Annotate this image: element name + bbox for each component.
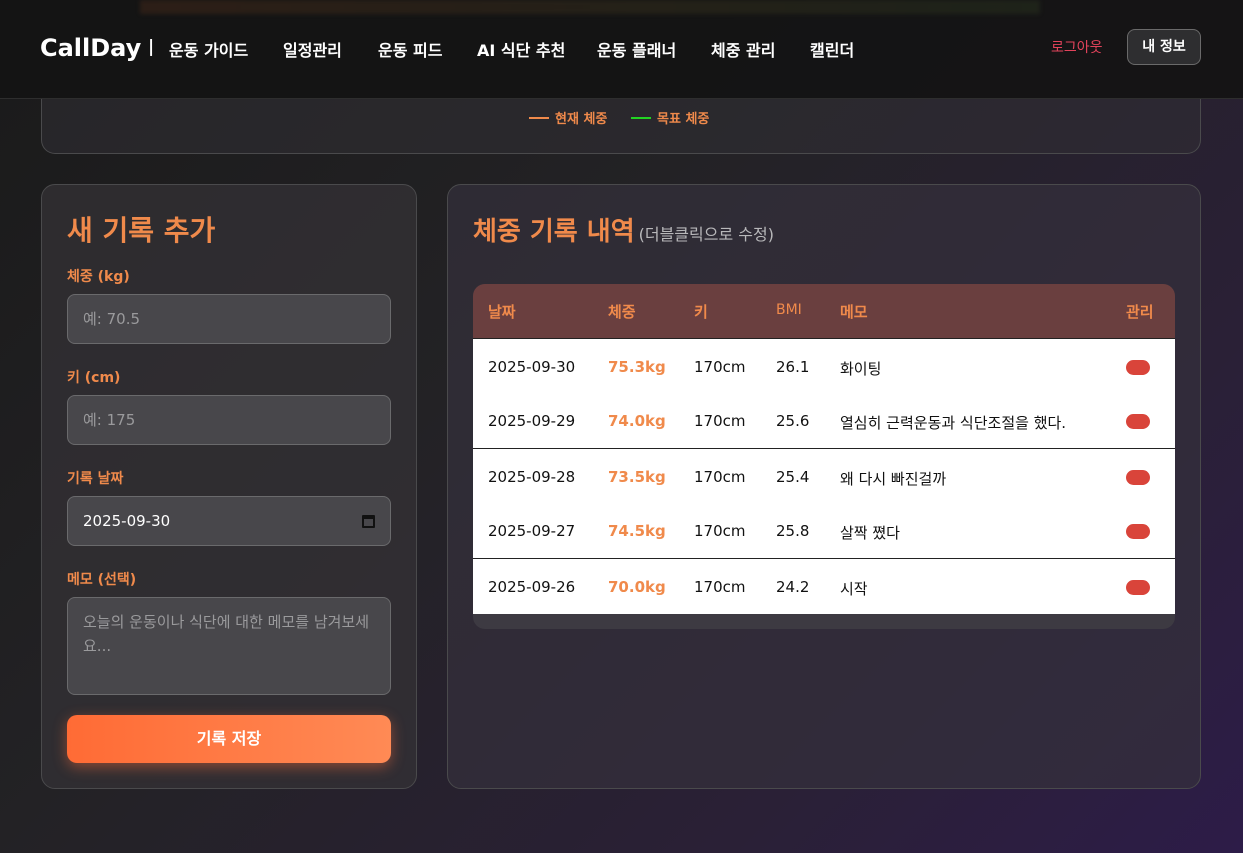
- table-row[interactable]: 2025-09-26 70.0kg 170cm 24.2 시작: [473, 558, 1175, 613]
- table-header: 날짜 체중 키 BMI 메모 관리: [473, 284, 1175, 338]
- column-header-date: 날짜: [488, 303, 516, 321]
- cell-date: 2025-09-29: [488, 412, 576, 430]
- cell-height: 170cm: [694, 412, 746, 430]
- cell-bmi: 26.1: [776, 358, 810, 376]
- my-info-button[interactable]: 내 정보: [1127, 29, 1201, 65]
- legend-target-label: 목표 체중: [657, 112, 710, 127]
- history-table: 날짜 체중 키 BMI 메모 관리 2025-09-30 75.3kg 170c…: [473, 284, 1175, 629]
- history-title-wrap: 체중 기록 내역 (더블클릭으로 수정): [473, 211, 774, 248]
- column-header-bmi: BMI: [776, 302, 802, 318]
- history-title: 체중 기록 내역: [473, 217, 635, 247]
- nav-exercise-planner[interactable]: 운동 플래너: [597, 37, 676, 61]
- memo-textarea[interactable]: [67, 597, 391, 695]
- cell-weight: 74.0kg: [608, 412, 666, 430]
- cell-weight: 74.5kg: [608, 522, 666, 540]
- nav-ai-diet[interactable]: AI 식단 추천: [477, 37, 565, 61]
- nav-schedule[interactable]: 일정관리: [283, 37, 342, 61]
- calendar-icon[interactable]: [362, 514, 375, 528]
- delete-button[interactable]: [1126, 414, 1150, 429]
- nav-weight-management[interactable]: 체중 관리: [711, 37, 775, 61]
- legend-line-target: [631, 116, 651, 119]
- cell-memo: 화이팅: [840, 360, 882, 378]
- cell-memo: 살짝 쪘다: [840, 524, 900, 542]
- weight-input[interactable]: [67, 294, 391, 344]
- cell-date: 2025-09-28: [488, 468, 576, 486]
- date-label: 기록 날짜: [67, 471, 124, 487]
- delete-button[interactable]: [1126, 470, 1150, 485]
- delete-button[interactable]: [1126, 524, 1150, 539]
- cell-height: 170cm: [694, 358, 746, 376]
- legend-current-label: 현재 체중: [555, 112, 608, 127]
- legend-target-weight[interactable]: 목표 체중: [631, 108, 709, 127]
- cell-memo: 왜 다시 빠진걸까: [840, 470, 947, 488]
- background-stripe: [140, 0, 1040, 14]
- logo-separator: |: [148, 37, 155, 57]
- cell-bmi: 24.2: [776, 578, 810, 596]
- weight-chart-card: [41, 99, 1201, 154]
- cell-date: 2025-09-30: [488, 358, 576, 376]
- date-value: 2025-09-30: [83, 512, 171, 530]
- memo-label: 메모 (선택): [67, 572, 137, 588]
- cell-height: 170cm: [694, 468, 746, 486]
- cell-weight: 73.5kg: [608, 468, 666, 486]
- cell-date: 2025-09-27: [488, 522, 576, 540]
- cell-weight: 75.3kg: [608, 358, 666, 376]
- cell-date: 2025-09-26: [488, 578, 576, 596]
- column-header-memo: 메모: [840, 303, 868, 321]
- delete-button[interactable]: [1126, 360, 1150, 375]
- cell-memo: 시작: [840, 580, 868, 598]
- legend-current-weight[interactable]: 현재 체중: [529, 108, 607, 127]
- app-logo[interactable]: CallDay: [40, 34, 141, 62]
- nav-calendar[interactable]: 캘린더: [810, 37, 854, 61]
- save-record-button[interactable]: 기록 저장: [67, 715, 391, 763]
- table-row[interactable]: 2025-09-27 74.5kg 170cm 25.8 살짝 쪘다: [473, 503, 1175, 558]
- nav-exercise-feed[interactable]: 운동 피드: [378, 37, 442, 61]
- cell-height: 170cm: [694, 578, 746, 596]
- delete-button[interactable]: [1126, 580, 1150, 595]
- table-row[interactable]: 2025-09-28 73.5kg 170cm 25.4 왜 다시 빠진걸까: [473, 448, 1175, 503]
- cell-height: 170cm: [694, 522, 746, 540]
- height-label: 키 (cm): [67, 370, 121, 386]
- table-row[interactable]: 2025-09-29 74.0kg 170cm 25.6 열심히 근력운동과 식…: [473, 393, 1175, 448]
- date-input[interactable]: 2025-09-30: [67, 496, 391, 546]
- history-subtitle: (더블클릭으로 수정): [638, 225, 774, 244]
- legend-line-current: [529, 116, 549, 119]
- height-input[interactable]: [67, 395, 391, 445]
- cell-bmi: 25.8: [776, 522, 810, 540]
- cell-bmi: 25.6: [776, 412, 810, 430]
- column-header-manage: 관리: [1126, 303, 1154, 321]
- column-header-weight: 체중: [608, 303, 636, 321]
- table-row[interactable]: 2025-09-30 75.3kg 170cm 26.1 화이팅: [473, 338, 1175, 393]
- cell-bmi: 25.4: [776, 468, 810, 486]
- nav-exercise-guide[interactable]: 운동 가이드: [169, 37, 248, 61]
- weight-label: 체중 (kg): [67, 269, 130, 285]
- cell-weight: 70.0kg: [608, 578, 666, 596]
- cell-memo: 열심히 근력운동과 식단조절을 했다.: [840, 414, 1067, 432]
- form-title: 새 기록 추가: [67, 214, 216, 247]
- table-body: 2025-09-30 75.3kg 170cm 26.1 화이팅 2025-09…: [473, 338, 1175, 614]
- logout-link[interactable]: 로그아웃: [1051, 37, 1103, 57]
- column-header-height: 키: [694, 303, 708, 321]
